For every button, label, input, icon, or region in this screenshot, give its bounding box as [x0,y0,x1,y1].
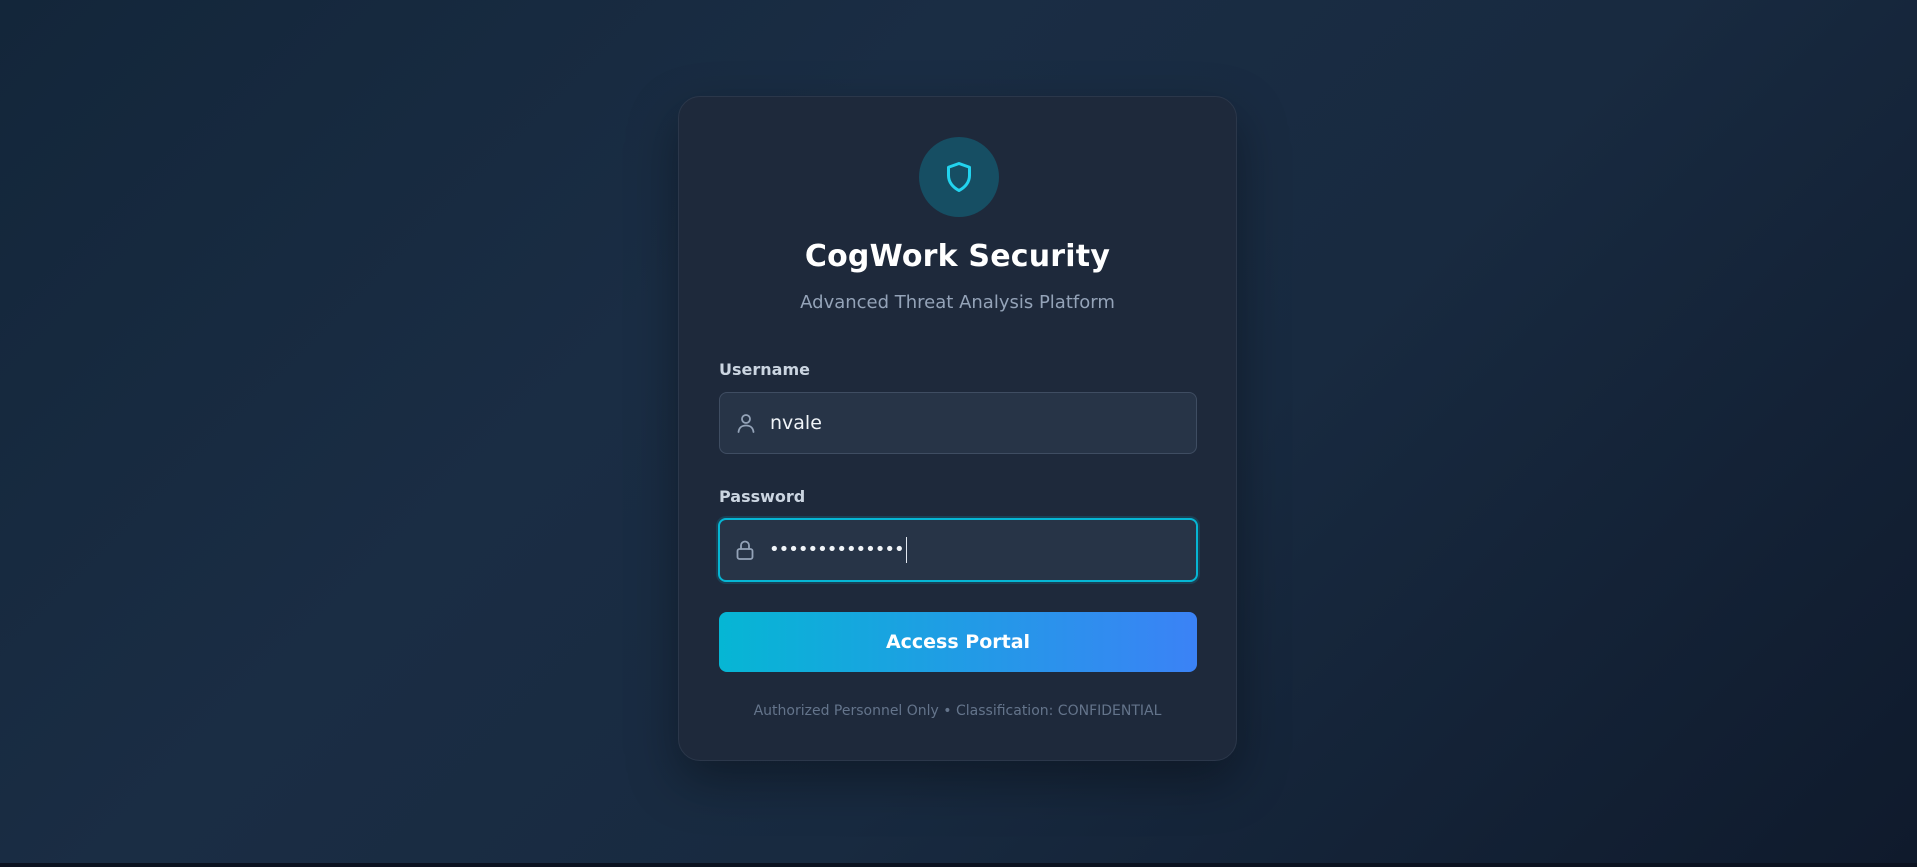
lock-icon [736,540,754,560]
username-value: nvale [770,412,822,434]
password-value: •••••••••••••• [769,537,907,563]
login-card: CogWork Security Advanced Threat Analysi… [678,96,1237,761]
user-icon [737,414,755,433]
password-label: Password [719,487,806,506]
page-subtitle: Advanced Threat Analysis Platform [800,292,1115,313]
page-title: CogWork Security [804,239,1111,274]
password-field[interactable]: •••••••••••••• [718,518,1198,582]
classification-notice: Authorized Personnel Only • Classificati… [753,703,1162,719]
username-field[interactable]: nvale [719,392,1197,454]
access-portal-button[interactable]: Access Portal [719,612,1197,672]
password-dots: •••••••••••••• [769,539,905,560]
shield-icon [947,162,971,192]
logo-badge [919,137,999,217]
username-label: Username [719,360,810,379]
text-caret [905,537,907,563]
bottom-border [0,863,1917,867]
